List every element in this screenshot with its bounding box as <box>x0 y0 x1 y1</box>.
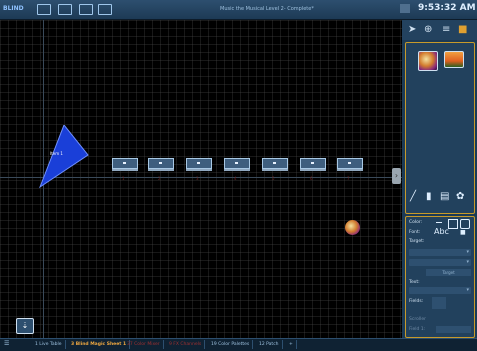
fixture-6[interactable]: 6 <box>300 158 326 181</box>
font-label: Font: <box>409 230 421 235</box>
top-bar: BLIND Music the Musical Level 2- Complet… <box>0 0 477 20</box>
image-object-icon[interactable] <box>444 51 464 68</box>
fixture-number: 1 <box>122 176 125 181</box>
blue-fixture-label: Item 1 <box>50 151 63 156</box>
color-label: Color: <box>409 220 423 225</box>
color-swatch-2[interactable] <box>460 219 470 229</box>
add-tab-button[interactable]: + <box>286 340 297 349</box>
font-options-icon[interactable]: ■ <box>460 229 466 236</box>
tool-row: ➤ ⊕ ≡ ■ <box>402 20 477 40</box>
tab-bar-menu-icon[interactable]: ☰ <box>4 340 9 347</box>
zoom-icon[interactable]: ⊕ <box>424 24 432 35</box>
object-toolbox: ╱ ▮ ▤ ✿ <box>405 42 475 214</box>
pointer-icon[interactable]: ➤ <box>408 24 416 35</box>
fixture-number: 7 <box>347 176 350 181</box>
fixture-2[interactable]: 2 <box>148 158 174 181</box>
field-1-input[interactable] <box>436 326 471 333</box>
target-field-1[interactable]: ▾ <box>409 249 471 256</box>
text-field[interactable]: ▾ <box>409 287 471 294</box>
toolbox-icons: ╱ ▮ ▤ ✿ <box>406 191 474 209</box>
folder-icon[interactable]: ■ <box>458 24 467 35</box>
fixture-5[interactable]: 5 <box>262 158 288 181</box>
color-line-swatch[interactable] <box>436 222 442 223</box>
fixture-3[interactable]: 3 <box>186 158 212 181</box>
display-icon[interactable] <box>79 4 93 15</box>
home-view-button[interactable]: ⇣ <box>16 318 34 334</box>
fixture-4[interactable]: 4 <box>224 158 250 181</box>
tab-live-table[interactable]: 1 Live Table <box>32 340 66 349</box>
mirror-ball-icon[interactable] <box>345 220 360 235</box>
tab-color-palettes[interactable]: 19 Color Palettes <box>208 340 254 349</box>
target-label: Target: <box>409 239 425 244</box>
font-sample[interactable]: Abc <box>434 227 449 236</box>
tab-fx-channels[interactable]: 9 FX Channels <box>166 340 206 349</box>
field-1-label: Field 1: <box>409 327 426 332</box>
network-icon[interactable] <box>400 4 410 13</box>
mirror-ball-object-icon[interactable] <box>418 51 438 71</box>
color-swatch-1[interactable] <box>448 219 458 229</box>
target-field-2[interactable]: ▾ <box>409 259 471 266</box>
expand-panel-arrow-icon[interactable]: › <box>392 168 401 184</box>
tab-patch[interactable]: 12 Patch <box>256 340 283 349</box>
mode-indicator[interactable]: BLIND <box>3 5 24 12</box>
blue-fixture-shape[interactable]: Item 1 <box>38 125 90 189</box>
magic-sheet-canvas[interactable]: Item 1 1 2 3 4 5 6 7 › ⇣ <box>0 20 402 338</box>
text-tool-icon[interactable]: ▮ <box>426 191 432 202</box>
fixture-number: 3 <box>196 176 199 181</box>
show-title: Music the Musical Level 2- Complete* <box>220 6 314 12</box>
fixture-1[interactable]: 1 <box>112 158 138 181</box>
line-tool-icon[interactable]: ╱ <box>410 191 416 202</box>
fixture-number: 6 <box>310 176 313 181</box>
scroller-label: Scroller <box>409 317 426 322</box>
monitor-icon[interactable] <box>37 4 51 15</box>
window-icon[interactable] <box>58 4 72 15</box>
text-label: Text: <box>409 280 420 285</box>
fixture-number: 2 <box>158 176 161 181</box>
fixture-number: 4 <box>234 176 237 181</box>
fixture-number: 5 <box>272 176 275 181</box>
fields-label: Fields: <box>409 299 424 304</box>
settings-tool-icon[interactable]: ✿ <box>456 191 464 202</box>
right-panel: ➤ ⊕ ≡ ■ ╱ ▮ ▤ ✿ Color: Font: Abc ■ Targe… <box>402 20 477 338</box>
screen-icon[interactable] <box>98 4 112 15</box>
fields-box[interactable] <box>432 297 446 309</box>
properties-panel: Color: Font: Abc ■ Target: ▾ ▾ Target Te… <box>405 216 475 338</box>
clock: 9:53:32 AM <box>418 3 476 13</box>
fixture-7[interactable]: 7 <box>337 158 363 181</box>
target-button[interactable]: Target <box>426 269 471 276</box>
list-icon[interactable]: ≡ <box>442 24 450 35</box>
fixture-tool-icon[interactable]: ▤ <box>440 191 449 202</box>
tab-color-mixer[interactable]: 37 Color Mixer <box>124 340 164 349</box>
tab-blind-magic-sheet[interactable]: 3 Blind Magic Sheet 1 <box>68 340 131 349</box>
tab-bar: ☰ 1 Live Table 3 Blind Magic Sheet 1 37 … <box>0 338 477 351</box>
